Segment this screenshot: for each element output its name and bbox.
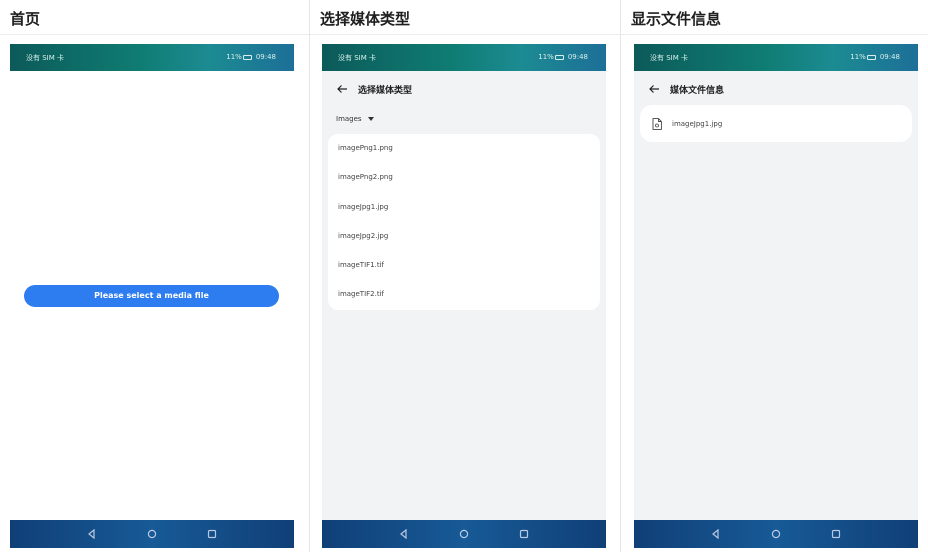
panel-title-file-info: 显示文件信息 (631, 10, 722, 28)
media-type-selected: Images (336, 115, 362, 123)
list-item[interactable]: imageTIF2.tif (328, 280, 600, 309)
nav-recent-icon[interactable] (206, 528, 218, 540)
status-time: 09:48 (879, 53, 900, 61)
title-bar: 媒体文件信息 (648, 81, 724, 97)
status-carrier: 没有 SIM 卡 (26, 54, 64, 62)
nav-home-icon[interactable] (146, 528, 158, 540)
status-time: 09:48 (567, 53, 588, 61)
phone-screen-select-type: 没有 SIM 卡 11% 09:48 选择媒体类型 Images imagePng… (322, 44, 606, 548)
status-right: 11% 09:48 (850, 53, 900, 61)
status-right: 11% 09:48 (226, 53, 276, 61)
status-time: 09:48 (255, 53, 276, 61)
media-type-dropdown[interactable]: Images (336, 113, 374, 125)
list-item[interactable]: imageJpg1.jpg (328, 193, 600, 222)
list-item[interactable]: imageJpg2.jpg (328, 222, 600, 251)
nav-recent-icon[interactable] (518, 528, 530, 540)
battery-icon (866, 54, 876, 60)
file-info-card[interactable]: imageJpg1.jpg (640, 105, 912, 142)
battery-icon (554, 54, 564, 60)
nav-recent-icon[interactable] (830, 528, 842, 540)
page-title: 媒体文件信息 (670, 85, 725, 96)
status-battery-text: 11% (226, 53, 242, 61)
page-title: 选择媒体类型 (358, 85, 413, 96)
list-item[interactable]: imagePng1.png (328, 134, 600, 163)
panel-home: 首页 没有 SIM 卡 11% 09:48 Please select a med… (0, 0, 309, 552)
panel-title-home: 首页 (10, 10, 41, 28)
system-nav-bar (10, 520, 294, 548)
status-battery-text: 11% (538, 53, 554, 61)
file-name: imageJpg1.jpg (672, 119, 723, 128)
system-nav-bar (322, 520, 606, 548)
caret-down-icon (367, 117, 374, 121)
list-item[interactable]: imageTIF1.tif (328, 251, 600, 280)
panel-file-info: 显示文件信息 没有 SIM 卡 11% 09:48 媒体文件信息 imageJpg… (621, 0, 928, 552)
nav-home-icon[interactable] (770, 528, 782, 540)
arrow-left-icon[interactable] (648, 83, 660, 95)
status-carrier: 没有 SIM 卡 (650, 54, 688, 62)
system-nav-bar (634, 520, 918, 548)
panel-select-type: 选择媒体类型 没有 SIM 卡 11% 09:48 选择媒体类型 Images i… (310, 0, 620, 552)
status-bar: 没有 SIM 卡 11% 09:48 (322, 44, 606, 71)
battery-icon (242, 54, 252, 60)
status-carrier: 没有 SIM 卡 (338, 54, 376, 62)
status-bar: 没有 SIM 卡 11% 09:48 (634, 44, 918, 71)
panel-title-select-type: 选择媒体类型 (320, 10, 411, 28)
nav-home-icon[interactable] (458, 528, 470, 540)
nav-back-icon[interactable] (710, 528, 722, 540)
status-battery-text: 11% (850, 53, 866, 61)
status-bar: 没有 SIM 卡 11% 09:48 (10, 44, 294, 71)
phone-screen-home: 没有 SIM 卡 11% 09:48 Please select a media … (10, 44, 294, 548)
arrow-left-icon[interactable] (336, 83, 348, 95)
nav-back-icon[interactable] (86, 528, 98, 540)
document-icon (652, 117, 662, 130)
file-list: imagePng1.png imagePng2.png imageJpg1.jp… (328, 134, 600, 310)
title-bar: 选择媒体类型 (336, 81, 412, 97)
list-item[interactable]: imagePng2.png (328, 163, 600, 192)
status-right: 11% 09:48 (538, 53, 588, 61)
select-media-file-button[interactable]: Please select a media file (24, 285, 279, 307)
nav-back-icon[interactable] (398, 528, 410, 540)
phone-screen-file-info: 没有 SIM 卡 11% 09:48 媒体文件信息 imageJpg1.jpg (634, 44, 918, 548)
